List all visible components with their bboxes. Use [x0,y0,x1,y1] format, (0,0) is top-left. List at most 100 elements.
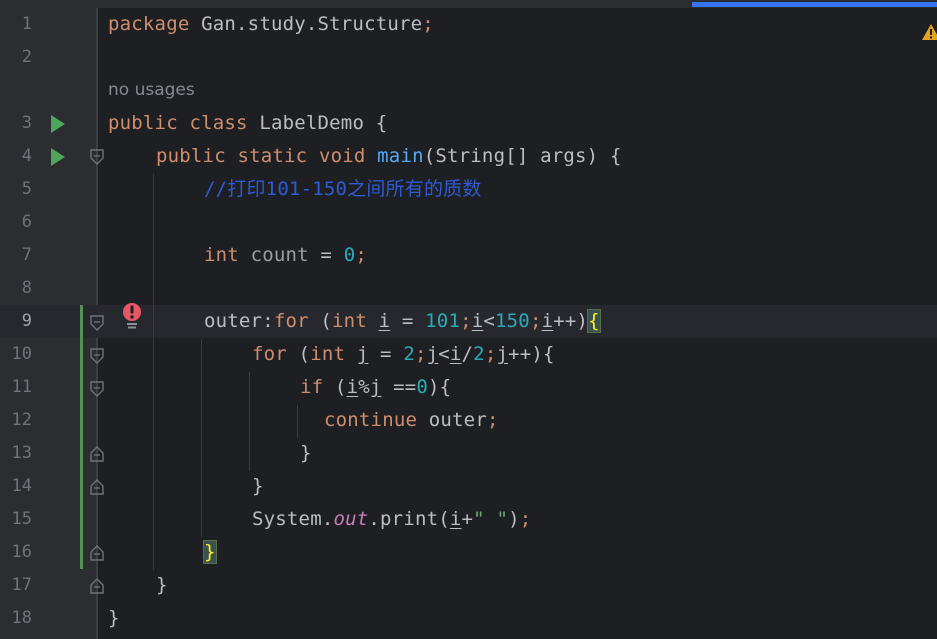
line-number: 18 [11,608,32,628]
paren: ( [308,310,333,332]
keyword: void [318,145,366,167]
code-line-5-comment[interactable]: //打印101-150之间所有的质数 [204,173,482,206]
class-system: System. [252,508,334,530]
operator: / [461,343,474,365]
code-line-7[interactable]: int count = 0; [204,239,367,272]
number: 2 [403,343,415,365]
line-number: 2 [21,47,32,67]
line-number: 9 [21,311,32,331]
code-line-15[interactable]: System.out.print(i+" "); [252,503,531,536]
semicolon: ; [486,409,499,431]
code-line-14[interactable]: } [252,470,264,503]
method-params: (String[] args) { [423,145,622,167]
fold-icon[interactable] [89,314,105,332]
fold-icon[interactable] [89,148,105,166]
run-icon[interactable] [50,114,66,134]
keyword: if [300,376,324,398]
variable-j: j [426,343,439,365]
label: outer: [204,310,274,332]
operator: % [358,376,370,398]
editor-tab-strip [0,0,937,8]
line-number: 16 [11,542,32,562]
line-number: 1 [21,14,32,34]
code-line-11[interactable]: if (i%j ==0){ [300,371,451,404]
fold-icon[interactable] [89,445,105,463]
label-reference: outer [417,409,487,431]
code-line-4[interactable]: public static void main(String[] args) { [156,140,622,173]
matched-brace: } [203,540,217,564]
paren: ){ [428,376,452,398]
fold-icon[interactable] [89,544,105,562]
code-line-10[interactable]: for (int j = 2;j<i/2;j++){ [252,338,555,371]
fold-icon[interactable] [89,478,105,496]
semicolon: ; [422,13,434,35]
code-line-3[interactable]: public class LabelDemo { [108,107,387,140]
line-number: 10 [11,344,32,364]
paren: ( [323,376,347,398]
line-number: 13 [11,443,32,463]
code-line-9[interactable]: outer:for (int i = 101;i<150;i++){ [204,305,601,338]
method-call: .print( [368,508,450,530]
line-number: 15 [11,509,32,529]
indent-guide [153,174,154,570]
method-name: main [377,145,424,167]
keyword: for [252,343,287,365]
code-line-1[interactable]: package Gan.study.Structure; [108,8,434,41]
semicolon: ; [519,508,532,530]
semicolon: ; [484,343,497,365]
code-line-18[interactable]: } [108,602,120,635]
variable-i: i [541,310,554,332]
package-name: Gan.study.Structure [189,13,423,35]
operator: < [483,310,496,332]
code-line-16[interactable]: } [203,536,217,569]
fold-icon[interactable] [89,347,105,365]
variable-i: i [449,508,462,530]
line-number: 12 [11,410,32,430]
variable-j: j [496,343,509,365]
operator: ++) [553,310,589,332]
number: 2 [473,343,485,365]
fold-icon[interactable] [89,577,105,595]
number: 0 [343,244,356,266]
code-line-17[interactable]: } [156,569,168,602]
variable-j: j [369,376,382,398]
keyword: int [204,244,239,266]
variable-j: j [356,343,369,365]
static-field-out: out [333,508,369,530]
keyword: static [237,145,308,167]
indent-guide [297,405,298,438]
line-number: 5 [21,179,32,199]
semicolon: ; [414,343,427,365]
warning-icon[interactable] [921,22,937,42]
keyword: int [310,343,346,365]
variable-count: count [250,244,309,266]
run-icon[interactable] [50,147,66,167]
vcs-change-marker[interactable] [80,305,83,569]
string-literal: " " [473,508,509,530]
operator: < [438,343,450,365]
operator: = [368,343,404,365]
error-icon[interactable] [121,302,143,330]
fold-icon[interactable] [89,380,105,398]
semicolon: ; [355,244,367,266]
paren: ( [286,343,311,365]
line-number: 7 [21,245,32,265]
keyword: package [108,13,190,35]
variable-i: i [346,376,359,398]
code-line-13[interactable]: } [300,437,312,470]
usages-hint[interactable]: no usages [108,80,195,100]
operator: = [390,310,426,332]
line-number: 14 [11,476,32,496]
class-declaration: LabelDemo { [247,112,388,134]
variable-i: i [449,343,462,365]
operator: + [461,508,474,530]
number: 150 [495,310,530,332]
code-line-12[interactable]: continue outer; [324,404,499,437]
number: 0 [416,376,429,398]
keyword: int [332,310,367,332]
line-number: 3 [21,113,32,133]
matched-brace: { [587,309,601,333]
operator: = [308,244,344,266]
